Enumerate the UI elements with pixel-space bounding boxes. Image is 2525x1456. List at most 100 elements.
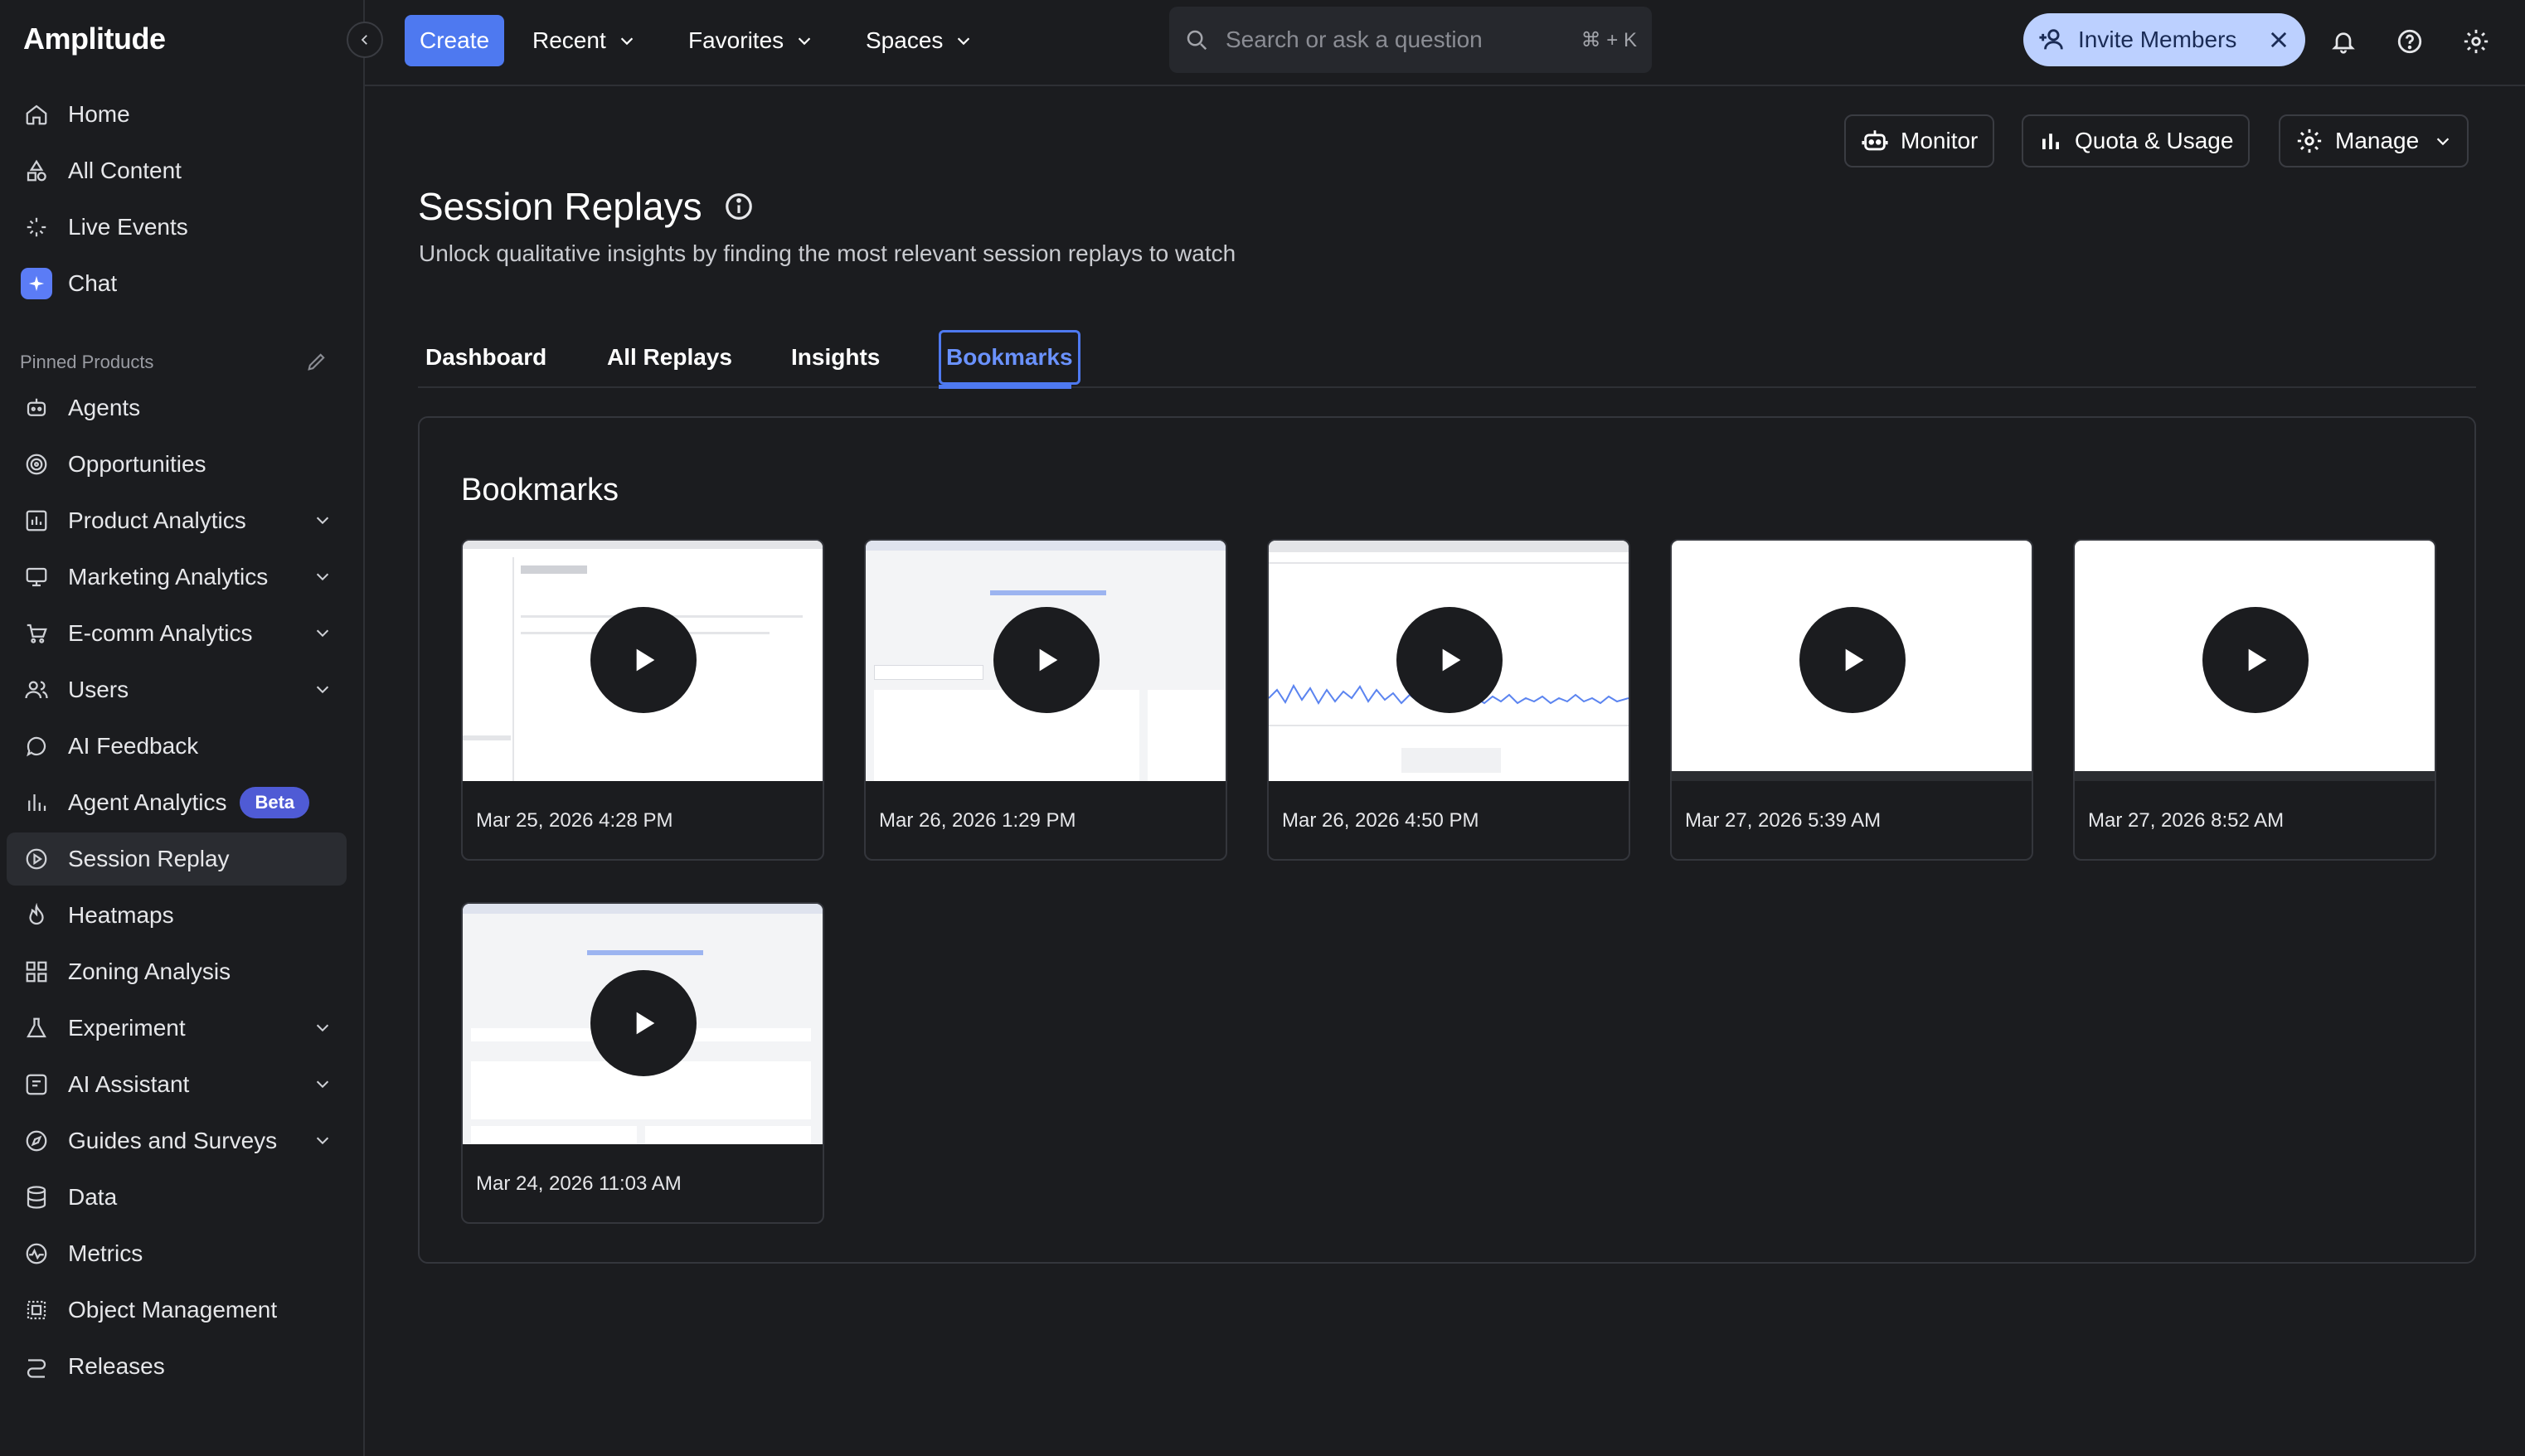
invite-members-label: Invite Members [2078,27,2237,52]
play-button[interactable] [1396,607,1503,713]
search-bar[interactable]: ⌘ + K [1169,7,1652,73]
sidebar-item-zoning-analysis[interactable]: Zoning Analysis [7,945,347,998]
bar-chart-icon [20,504,53,537]
sidebar-item-agents[interactable]: Agents [7,381,347,434]
sidebar-item-ai-feedback[interactable]: AI Feedback [7,720,347,773]
invite-members-button[interactable]: Invite Members [2023,13,2305,66]
sidebar-item-data[interactable]: Data [7,1171,347,1224]
recent-menu[interactable]: Recent [532,15,636,66]
chevron-down-icon[interactable] [313,680,332,702]
recent-menu-label: Recent [532,27,606,53]
chat-icon [20,267,53,300]
spaces-menu[interactable]: Spaces [866,15,973,66]
sidebar-item-label: Heatmaps [68,902,174,928]
pinned-products-header: Pinned Products [20,352,154,372]
compass-icon [20,1124,53,1158]
bookmark-card[interactable]: Mar 24, 2026 11:03 AM [461,902,824,1224]
beta-badge: Beta [240,787,310,818]
sidebar-item-agent-analytics[interactable]: Agent Analytics Beta [7,776,347,829]
play-button[interactable] [590,970,697,1076]
play-circle-icon [20,842,53,876]
bookmark-card[interactable]: Mar 27, 2026 5:39 AM [1670,539,2033,861]
sidebar-item-opportunities[interactable]: Opportunities [7,438,347,491]
bookmark-date: Mar 24, 2026 11:03 AM [476,1172,682,1195]
sidebar-item-guides-and-surveys[interactable]: Guides and Surveys [7,1114,347,1167]
play-button[interactable] [590,607,697,713]
favorites-menu[interactable]: Favorites [688,15,813,66]
chevron-down-icon[interactable] [313,1018,332,1041]
chevron-down-icon[interactable] [313,624,332,646]
sidebar-item-chat[interactable]: Chat [7,257,347,310]
tab-all-replays[interactable]: All Replays [607,328,732,386]
chevron-down-icon[interactable] [313,567,332,590]
sidebar-item-label: Zoning Analysis [68,959,231,984]
bell-icon[interactable] [2323,22,2363,61]
search-input[interactable] [1224,26,1581,54]
flame-icon [20,899,53,932]
sidebar-item-all-content[interactable]: All Content [7,144,347,197]
page-title: Session Replays [418,185,702,228]
chevron-down-icon [958,37,970,46]
tab-insights[interactable]: Insights [791,328,880,386]
play-icon [1845,648,1864,672]
sidebar-item-experiment[interactable]: Experiment [7,1002,347,1055]
pencil-icon[interactable] [305,350,328,377]
quota-usage-label: Quota & Usage [2075,128,2234,153]
sidebar-item-label: Experiment [68,1015,186,1041]
create-button[interactable]: Create [405,15,505,66]
sidebar-item-label: AI Assistant [68,1071,190,1097]
info-icon[interactable] [723,191,755,226]
quota-usage-button[interactable]: Quota & Usage [2022,114,2251,167]
page-subtitle: Unlock qualitative insights by finding t… [419,240,1236,266]
robot-icon [20,391,53,425]
play-button[interactable] [1799,607,1906,713]
sidebar-item-label: E-comm Analytics [68,620,253,646]
sidebar-item-label: Releases [68,1353,165,1379]
bookmark-card[interactable]: Mar 27, 2026 8:52 AM [2073,539,2436,861]
play-icon [636,1012,655,1035]
sidebar-item-marketing-analytics[interactable]: Marketing Analytics [7,551,347,604]
sidebar-item-label: All Content [68,158,182,183]
top-bar: Create Recent Favorites Spaces ⌘ + K Inv… [365,0,2525,86]
sidebar-item-session-replay[interactable]: Session Replay [7,832,347,886]
chevron-down-icon[interactable] [313,1075,332,1097]
sidebar-item-metrics[interactable]: Metrics [7,1227,347,1280]
monitor-icon [20,561,53,594]
chevron-left-icon [361,35,367,45]
sidebar-item-heatmaps[interactable]: Heatmaps [7,889,347,942]
chevron-down-icon[interactable] [313,511,332,533]
close-icon[interactable] [2267,28,2290,51]
sidebar-item-object-management[interactable]: Object Management [7,1284,347,1337]
sidebar-item-users[interactable]: Users [7,663,347,716]
cart-icon [20,617,53,650]
manage-label: Manage [2335,128,2420,153]
sidebar-item-product-analytics[interactable]: Product Analytics [7,494,347,547]
sidebar-item-label: Opportunities [68,451,206,477]
tab-dashboard[interactable]: Dashboard [425,328,546,386]
gear-icon [2297,129,2322,153]
chevron-down-icon[interactable] [313,1131,332,1153]
sidebar-item-home[interactable]: Home [7,88,347,141]
bookmark-date: Mar 27, 2026 8:52 AM [2088,809,2285,832]
play-button[interactable] [993,607,1100,713]
play-button[interactable] [2202,607,2309,713]
sidebar-item-live-events[interactable]: Live Events [7,201,347,254]
sidebar-item-label: Users [68,677,129,702]
sidebar-item-ai-assistant[interactable]: AI Assistant [7,1058,347,1111]
collapse-sidebar-button[interactable] [347,22,383,58]
sidebar-item-releases[interactable]: Releases [7,1340,347,1393]
bookmark-card[interactable]: Mar 26, 2026 4:50 PM [1267,539,1630,861]
gear-icon[interactable] [2456,22,2496,61]
search-icon [1187,30,1207,51]
bookmark-card[interactable]: Mar 25, 2026 4:28 PM [461,539,824,861]
manage-button[interactable]: Manage [2279,114,2469,167]
app-logo[interactable]: Amplitude [23,22,166,56]
tab-bookmarks[interactable]: Bookmarks [939,330,1080,385]
monitor-button[interactable]: Monitor [1844,114,1995,167]
sidebar-item-e-comm-analytics[interactable]: E-comm Analytics [7,607,347,660]
bookmark-card[interactable]: Mar 26, 2026 1:29 PM [864,539,1227,861]
object-icon [20,1293,53,1327]
help-icon[interactable] [2390,22,2430,61]
database-icon [20,1181,53,1214]
chevron-down-icon [2436,138,2450,146]
